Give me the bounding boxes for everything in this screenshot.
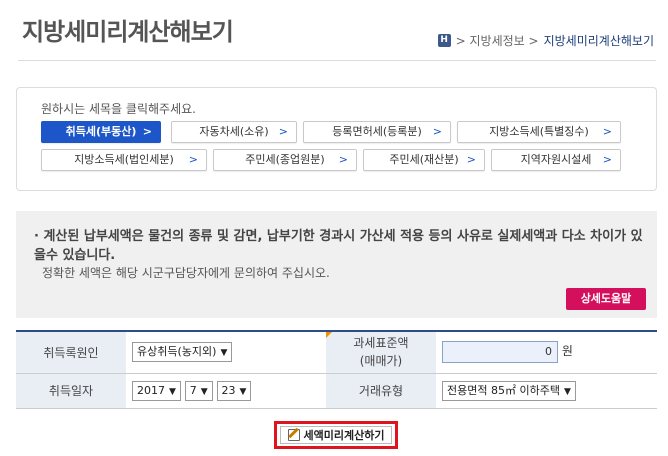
- chevron-right-icon: >: [432, 125, 442, 138]
- pencil-icon: [287, 429, 300, 441]
- acquisition-reason-value: 유상취득(농지외): [137, 345, 217, 359]
- tax-button-vehicle[interactable]: 자동차세(소유) >: [171, 121, 297, 143]
- tax-button-acquisition-real-estate[interactable]: 취득세(부동산) >: [41, 121, 161, 143]
- required-mark-icon: [326, 332, 332, 338]
- tax-base-input[interactable]: 0: [442, 341, 558, 364]
- breadcrumb: H > 지방세정보 > 지방세미리계산해보기: [437, 32, 654, 49]
- detailed-help-button[interactable]: 상세도움말: [566, 288, 646, 310]
- year-select[interactable]: 2017 ▼: [132, 380, 181, 401]
- month-value: 7: [189, 383, 197, 397]
- chevron-down-icon: ▼: [169, 386, 176, 397]
- tax-base-label-cell: 과세표준액 (매매가): [326, 330, 436, 374]
- tax-base-label: 과세표준액: [353, 336, 409, 351]
- tax-button-label: 취득세(부동산): [65, 125, 137, 138]
- day-select[interactable]: 23 ▼: [216, 380, 252, 401]
- chevron-down-icon: ▼: [200, 386, 208, 397]
- tax-button-resident-property[interactable]: 주민세(재산분) >: [363, 149, 485, 171]
- acquisition-reason-cell: 유상취득(농지외) ▼: [126, 330, 326, 374]
- chevron-right-icon: >: [602, 153, 612, 166]
- tax-base-unit: 원: [561, 344, 573, 359]
- month-select[interactable]: 7 ▼: [184, 380, 213, 401]
- tax-button-label: 자동차세(소유): [199, 125, 269, 138]
- day-value: 23: [221, 383, 236, 397]
- notice-text: · 계산된 납부세액은 물건의 종류 및 감면, 납부기한 경과시 가산세 적용…: [34, 229, 643, 263]
- trade-type-value: 전용면적 85㎡ 이하주택: [447, 383, 560, 397]
- tax-button-label: 주민세(종업원분): [245, 153, 325, 166]
- calculate-tax-button[interactable]: 세액미리계산하기: [274, 421, 398, 449]
- acquisition-reason-label: 취득록원인: [16, 330, 126, 374]
- trade-type-select[interactable]: 전용면적 85㎡ 이하주택 ▼: [442, 380, 576, 401]
- form-row: 취득일자 2017 ▼ 7 ▼ 23 ▼ 거래유형 전용면적 85㎡ 이하주택 ▼: [16, 372, 657, 409]
- year-value: 2017: [137, 383, 165, 397]
- chevron-down-icon: ▼: [563, 386, 571, 397]
- acquisition-date-label: 취득일자: [16, 372, 126, 409]
- chevron-down-icon: ▼: [220, 348, 228, 359]
- notice-contact-text: 정확한 세액은 해당 시군구담당자에게 문의하여 주십시오.: [42, 266, 330, 280]
- breadcrumb-current: 지방세미리계산해보기: [543, 34, 654, 48]
- tax-button-registration-license[interactable]: 등록면허세(등록분) >: [303, 121, 451, 143]
- calculation-form: 취득록원인 유상취득(농지외) ▼ 과세표준액 (매매가) 0 원 취득일자 20…: [16, 330, 657, 409]
- chevron-right-icon: >: [466, 153, 476, 166]
- tax-button-local-income-corporate[interactable]: 지방소득세(법인세분) >: [41, 149, 207, 171]
- breadcrumb-item-local-tax-info[interactable]: > 지방세정보 >: [456, 32, 539, 49]
- trade-type-label: 거래유형: [326, 372, 436, 409]
- chevron-right-icon: >: [278, 125, 288, 138]
- notice-box: · 계산된 납부세액은 물건의 종류 및 감면, 납부기한 경과시 가산세 적용…: [16, 211, 657, 318]
- chevron-right-icon: >: [338, 153, 348, 166]
- acquisition-reason-select[interactable]: 유상취득(농지외) ▼: [132, 342, 233, 363]
- tax-button-label: 등록면허세(등록분): [332, 125, 422, 138]
- tax-button-label: 지역자원시설세: [520, 153, 592, 166]
- chevron-down-icon: ▼: [239, 386, 247, 397]
- tax-type-selector: 원하시는 세목을 클릭해주세요. 취득세(부동산) > 자동차세(소유) > 등…: [16, 87, 657, 191]
- tax-button-resident-employee[interactable]: 주민세(종업원분) >: [213, 149, 357, 171]
- tax-button-label: 주민세(재산분): [389, 153, 459, 166]
- calculate-tax-button-inner: 세액미리계산하기: [280, 426, 392, 444]
- calculate-tax-label: 세액미리계산하기: [303, 429, 385, 442]
- divider: [18, 60, 656, 61]
- chevron-right-icon: >: [602, 125, 612, 138]
- acquisition-date-cell: 2017 ▼ 7 ▼ 23 ▼: [126, 372, 326, 409]
- chevron-right-icon: >: [188, 153, 198, 166]
- form-row: 취득록원인 유상취득(농지외) ▼ 과세표준액 (매매가) 0 원: [16, 330, 657, 374]
- chevron-right-icon: >: [142, 125, 152, 138]
- page-title: 지방세미리계산해보기: [22, 18, 234, 46]
- tax-button-label: 지방소득세(특별징수): [489, 125, 589, 138]
- home-icon[interactable]: H: [437, 34, 451, 47]
- tax-button-regional-resource[interactable]: 지역자원시설세 >: [491, 149, 621, 171]
- tax-base-sublabel: (매매가): [359, 354, 403, 369]
- trade-type-cell: 전용면적 85㎡ 이하주택 ▼: [436, 372, 657, 409]
- tax-type-guide: 원하시는 세목을 클릭해주세요.: [41, 102, 196, 116]
- tax-base-cell: 0 원: [436, 330, 657, 374]
- tax-button-local-income-special[interactable]: 지방소득세(특별징수) >: [457, 121, 621, 143]
- tax-button-label: 지방소득세(법인세분): [74, 153, 174, 166]
